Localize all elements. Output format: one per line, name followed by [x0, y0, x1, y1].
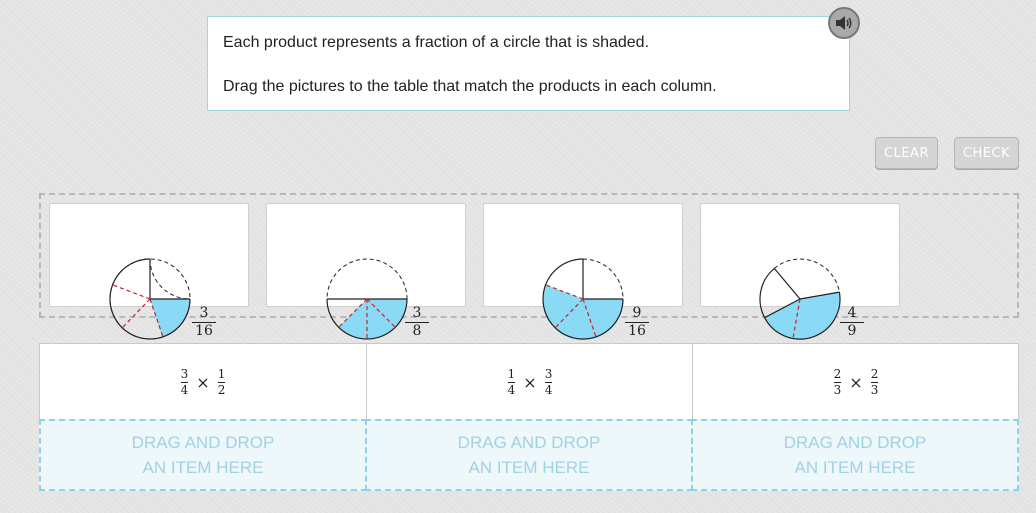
drop-zone-2[interactable]: DRAG AND DROP AN ITEM HERE — [365, 419, 693, 491]
instruction-line-2: Drag the pictures to the table that matc… — [223, 78, 717, 95]
instruction-line-1: Each product represents a fraction of a … — [223, 34, 650, 51]
item-label-1-numerator: 3 — [199, 305, 209, 321]
circle-diagram-4[interactable] — [758, 257, 842, 343]
product-expression-1: 34 × 12 — [180, 366, 226, 397]
column-header-1: 34 × 12 — [40, 344, 366, 420]
item-label-2: 3 8 — [405, 306, 429, 339]
drop-zone-3[interactable]: DRAG AND DROP AN ITEM HERE — [691, 419, 1019, 491]
column-header-2: 14 × 34 — [367, 344, 693, 420]
check-button[interactable]: CHECK — [954, 137, 1019, 169]
item-label-3-numerator: 9 — [632, 305, 642, 321]
audio-button[interactable] — [828, 7, 860, 39]
drop-zone-2-line-1: DRAG AND DROP — [457, 433, 601, 452]
drop-zone-1[interactable]: DRAG AND DROP AN ITEM HERE — [39, 419, 367, 491]
circle-diagram-3[interactable] — [541, 257, 625, 343]
drop-zone-1-line-1: DRAG AND DROP — [131, 433, 275, 452]
item-label-1: 3 16 — [192, 306, 216, 339]
item-label-2-numerator: 3 — [412, 305, 422, 321]
item-label-4: 4 9 — [840, 306, 864, 339]
item-label-2-denominator: 8 — [412, 323, 422, 339]
drop-zone-1-line-2: AN ITEM HERE — [142, 458, 264, 477]
clear-button[interactable]: CLEAR — [875, 137, 938, 169]
column-header-3: 23 × 23 — [693, 344, 1019, 420]
circle-diagram-1[interactable] — [108, 257, 192, 343]
circle-diagram-2[interactable] — [325, 257, 409, 343]
item-label-1-denominator: 16 — [195, 323, 213, 339]
times-symbol: × — [523, 372, 537, 392]
product-expression-3: 23 × 23 — [833, 366, 879, 397]
drop-zone-3-line-2: AN ITEM HERE — [794, 458, 916, 477]
drop-zone-3-line-1: DRAG AND DROP — [783, 433, 927, 452]
drop-zone-2-line-2: AN ITEM HERE — [468, 458, 590, 477]
item-label-3: 9 16 — [625, 306, 649, 339]
product-expression-2: 14 × 34 — [507, 366, 553, 397]
speaker-icon — [836, 16, 852, 30]
item-label-4-numerator: 4 — [847, 305, 857, 321]
times-symbol: × — [196, 372, 210, 392]
item-label-3-denominator: 16 — [628, 323, 646, 339]
item-label-4-denominator: 9 — [847, 323, 857, 339]
instructions-panel: Each product represents a fraction of a … — [207, 16, 850, 111]
times-symbol: × — [849, 372, 863, 392]
